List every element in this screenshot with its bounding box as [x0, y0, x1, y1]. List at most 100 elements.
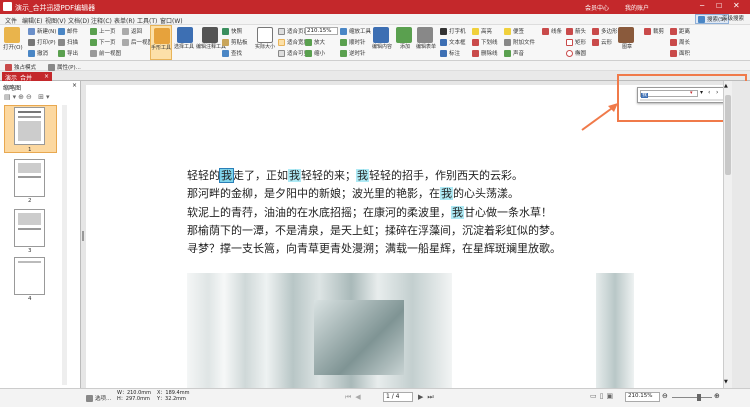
- polygon-button[interactable]: 多边形: [592, 27, 618, 35]
- perimeter-button[interactable]: 周长: [670, 38, 690, 46]
- menu-form[interactable]: 表单(R): [114, 16, 135, 25]
- scan-button[interactable]: 扫描: [58, 38, 78, 46]
- prev-page-button[interactable]: 上一页: [90, 27, 116, 35]
- sticky-note-button[interactable]: 便签: [504, 27, 524, 35]
- options-button[interactable]: 选项...: [86, 394, 111, 402]
- back-button[interactable]: 返回: [122, 27, 142, 35]
- account-link[interactable]: 我的账户: [625, 3, 649, 12]
- email-button[interactable]: 邮件: [58, 27, 78, 35]
- line-button[interactable]: 线条: [542, 27, 562, 35]
- oval-button[interactable]: 椭圆: [566, 49, 586, 57]
- next-page-button[interactable]: 下一页: [90, 38, 116, 46]
- menu-edit[interactable]: 编辑(E): [22, 16, 42, 25]
- underline-button[interactable]: 下划线: [472, 38, 498, 46]
- open-button[interactable]: 打开(O): [3, 27, 23, 51]
- page-thumbnail-2[interactable]: [14, 159, 45, 197]
- rect-button[interactable]: 矩形: [566, 38, 586, 46]
- menu-view[interactable]: 视图(V): [45, 16, 66, 25]
- select-tool-button[interactable]: 选择工具: [173, 25, 195, 60]
- page-nav-next[interactable]: ▶⏭: [418, 393, 438, 402]
- polygon-icon: [592, 28, 599, 35]
- arrow-up-icon: [90, 28, 97, 35]
- zoom-tool-icon: [340, 28, 347, 35]
- arrow-button[interactable]: 箭头: [566, 27, 586, 35]
- zoom-slider-thumb[interactable]: [697, 394, 701, 401]
- exclusive-mode-button[interactable]: 独占模式: [5, 63, 36, 71]
- callout-button[interactable]: 标注: [440, 49, 460, 57]
- title-bar: 演示_合并迅捷PDF编辑器 会员中心 我的账户 ─ ☐ ✕: [0, 0, 750, 14]
- sound-button[interactable]: 声音: [504, 49, 524, 57]
- hand-tool-button[interactable]: 手形工具: [150, 25, 172, 60]
- thumbnail-toolbar[interactable]: ▤▾⊕⊖ ⊞▾: [4, 93, 51, 101]
- menu-comment[interactable]: 注释(C): [91, 16, 112, 25]
- page-icon: [257, 27, 273, 43]
- edit-annotation-tool-button[interactable]: 编辑注释工具: [196, 25, 226, 60]
- find-button[interactable]: 查找: [222, 49, 242, 57]
- member-center-link[interactable]: 会员中心: [585, 3, 609, 12]
- new-button[interactable]: 新建(N): [28, 27, 56, 35]
- page-thumbnail-4[interactable]: [14, 257, 45, 295]
- ruler-icon: [670, 28, 677, 35]
- zoom-out-icon[interactable]: ⊖: [662, 392, 668, 400]
- clipboard-button[interactable]: 剪贴板: [222, 38, 248, 46]
- maximize-icon[interactable]: ☐: [716, 2, 722, 10]
- add-button[interactable]: 添加: [396, 27, 414, 50]
- pdf-page[interactable]: 轻轻的我走了，正如我轻轻的来；我轻轻的招手，作别西天的云彩。 那河畔的金柳，是夕…: [86, 85, 723, 392]
- view-mode-icons[interactable]: ▭▯▣: [590, 392, 616, 400]
- close-icon[interactable]: ✕: [733, 1, 740, 10]
- next-view-button[interactable]: 后一视图: [122, 38, 153, 46]
- panel-close-icon[interactable]: ×: [72, 82, 77, 89]
- textbox-button[interactable]: 文本框: [440, 38, 466, 46]
- rotate-ccw-button[interactable]: 逆时针: [340, 49, 366, 57]
- properties-button[interactable]: 属性(P)...: [48, 63, 81, 71]
- snapshot-button[interactable]: 快照: [222, 27, 242, 35]
- page-thumbnail-3[interactable]: [14, 209, 45, 247]
- zoom-in-icon[interactable]: ⊕: [714, 392, 720, 400]
- zoom-slider-track[interactable]: [672, 397, 712, 398]
- splitter-handle[interactable]: [82, 231, 84, 241]
- typewriter-button[interactable]: 打字机: [440, 27, 466, 35]
- zoom-in-button[interactable]: 放大: [305, 38, 325, 46]
- prev-view-button[interactable]: 前一视图: [90, 49, 121, 57]
- zoom-level-select[interactable]: 210.15%: [625, 392, 660, 402]
- menu-document[interactable]: 文档(D): [68, 16, 89, 25]
- scroll-up-icon[interactable]: ▲: [724, 83, 728, 89]
- thumbnail-panel: 缩略图 × ▤▾⊕⊖ ⊞▾ 1 2 3 4: [0, 81, 81, 388]
- attach-file-button[interactable]: 附加文件: [504, 38, 535, 46]
- undo-button[interactable]: 撤消: [28, 49, 48, 57]
- menu-window[interactable]: 窗口(W): [160, 16, 183, 25]
- thumbnail-scrollbar[interactable]: [62, 105, 67, 385]
- document-tab[interactable]: 演示_合并 ×: [2, 72, 52, 82]
- page-nav-prev[interactable]: ⏮◀: [345, 393, 365, 402]
- cloud-button[interactable]: 云形: [592, 38, 612, 46]
- search-hit: 我: [288, 169, 301, 182]
- scroll-thumb[interactable]: [725, 95, 731, 175]
- zoom-tool-button[interactable]: 缩放工具: [340, 27, 371, 35]
- poem-line-3: 软泥上的青荇，油油的在水底招摇；在康河的柔波里，我甘心做一条水草！: [187, 206, 552, 219]
- distance-button[interactable]: 距离: [670, 27, 690, 35]
- text-cursor-icon: [177, 27, 193, 43]
- tab-close-icon[interactable]: ×: [44, 73, 49, 80]
- strikeout-button[interactable]: 删除线: [472, 49, 498, 57]
- scroll-down-icon[interactable]: ▼: [724, 379, 728, 385]
- area-button[interactable]: 面积: [670, 49, 690, 57]
- actual-size-button[interactable]: 实际大小: [254, 27, 276, 50]
- stamp-button[interactable]: 图章: [618, 27, 636, 50]
- vertical-scrollbar[interactable]: ▲ ▼: [723, 81, 732, 388]
- page-thumbnail-1[interactable]: [14, 107, 45, 145]
- minimize-icon[interactable]: ─: [700, 2, 704, 10]
- advanced-search-tab[interactable]: 高级搜索: [722, 14, 744, 22]
- menu-tools[interactable]: 工具(T): [137, 16, 157, 25]
- zoom-out-button[interactable]: 缩小: [305, 49, 325, 57]
- rotate-cw-button[interactable]: 顺时针: [340, 38, 366, 46]
- crop-button[interactable]: 裁剪: [644, 27, 664, 35]
- zoom-select[interactable]: 210.15%: [305, 27, 338, 35]
- highlight-button[interactable]: 高亮: [472, 27, 492, 35]
- page-number-4: 4: [28, 296, 32, 302]
- menu-file[interactable]: 文件: [5, 16, 17, 25]
- print-button[interactable]: 打印(P): [28, 38, 56, 46]
- export-button[interactable]: 导出: [58, 49, 78, 57]
- edit-form-button[interactable]: 编辑表单: [416, 27, 436, 50]
- page-number-input[interactable]: 1 / 4: [383, 392, 413, 402]
- edit-content-button[interactable]: 编辑内容: [372, 27, 392, 50]
